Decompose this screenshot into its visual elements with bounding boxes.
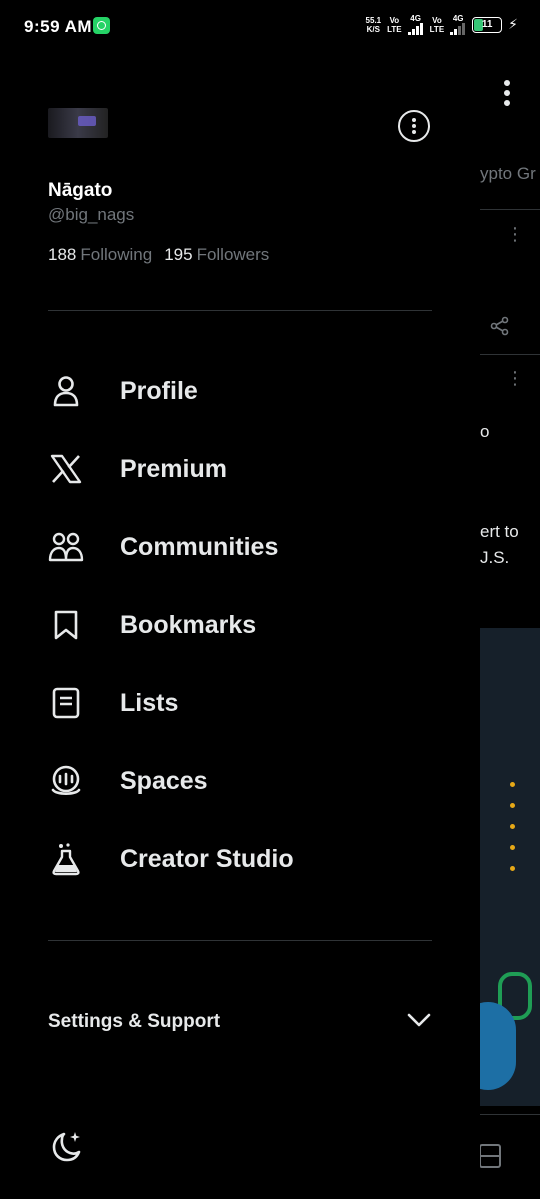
status-bar: 9:59 AM 55.1 K/S Vo LTE 4G Vo LTE 4G 11 … [0,0,540,52]
followers-link[interactable]: 195 Followers [164,245,269,264]
menu-item-lists[interactable]: Lists [48,675,438,731]
spaces-icon [48,763,84,799]
sim1-gen: 4G [407,14,424,35]
timeline-more-icon[interactable] [500,80,514,114]
menu-item-profile[interactable]: Profile [48,363,438,419]
sim2-volte: Vo LTE [429,15,445,34]
divider [48,310,432,311]
timeline-peek: ypto Gr ⋮ ⋮ o ert to J.S. [480,52,540,1199]
person-icon [48,373,84,409]
status-indicators: 55.1 K/S Vo LTE 4G Vo LTE 4G 11 ⚡ [366,14,518,35]
peek-text: o [480,422,490,441]
x-logo-icon [48,451,84,487]
avatar[interactable] [48,108,108,138]
chevron-down-icon [406,1012,432,1033]
navigation-drawer: Nāgato @big_nags 188 Following 195 Follower… [0,52,480,1199]
user-handle: @big_nags [48,205,135,224]
status-time: 9:59 AM [24,17,93,36]
whatsapp-icon [93,17,110,34]
settings-support-label: Settings & Support [48,1011,221,1032]
communities-icon [48,529,84,565]
battery-icon: 11 [472,16,503,33]
signal-icon [450,23,466,35]
menu-item-spaces[interactable]: Spaces [48,753,438,809]
settings-support-toggle[interactable]: Settings & Support [48,1000,432,1044]
menu-item-creator-studio[interactable]: Creator Studio [48,831,438,887]
sim1-volte: Vo LTE [387,15,402,34]
network-speed: 55.1 K/S [365,15,382,34]
account-more-icon[interactable] [398,110,430,142]
peek-text: J.S. [480,548,510,567]
flask-icon [48,841,84,877]
share-icon [490,316,509,336]
peek-text: ypto Gr [480,164,536,183]
menu-item-premium[interactable]: Premium [48,441,438,497]
messages-icon[interactable] [480,1142,504,1170]
divider [48,940,432,941]
peek-text: ert to [480,522,519,541]
moon-icon[interactable] [48,1128,84,1164]
bookmark-icon [48,607,84,643]
sim2-gen: 4G [450,14,466,35]
more-icon: ⋮ [506,224,524,244]
display-name[interactable]: Nāgato [48,180,112,202]
menu-item-communities[interactable]: Communities [48,519,438,575]
follow-stats: 188 Following 195 Followers [48,245,269,265]
list-icon [48,685,84,721]
menu-item-bookmarks[interactable]: Bookmarks [48,597,438,653]
signal-icon [407,23,424,35]
charging-icon: ⚡ [508,16,518,32]
more-icon: ⋮ [506,368,524,388]
following-link[interactable]: 188 Following [48,245,152,264]
